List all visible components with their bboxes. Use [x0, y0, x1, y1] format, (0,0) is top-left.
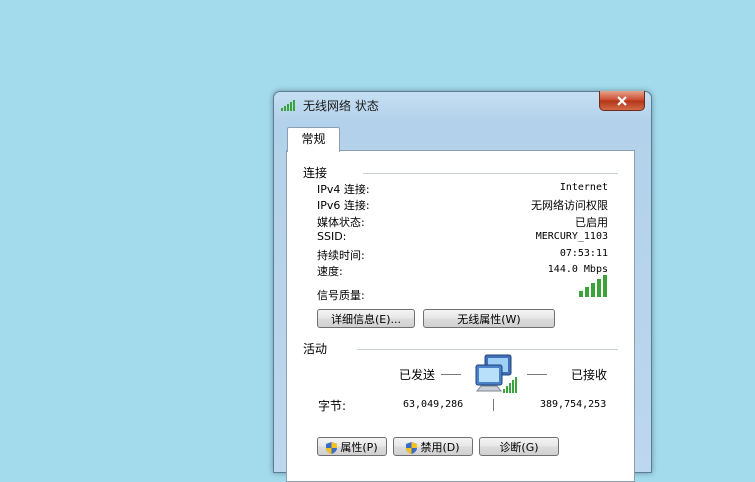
- disable-label: 禁用(D): [420, 441, 460, 454]
- signal-strength-icon: [579, 275, 607, 297]
- media-state-label: 媒体状态:: [317, 216, 365, 229]
- bytes-label: 字节:: [318, 399, 347, 413]
- ssid-value: MERCURY_1103: [535, 231, 608, 242]
- signal-bar: [585, 287, 589, 297]
- signal-bar: [603, 275, 607, 297]
- tab-general[interactable]: 常规: [287, 127, 340, 152]
- sent-dash: [441, 374, 461, 375]
- signal-bar: [579, 291, 583, 297]
- received-label: 已接收: [571, 368, 608, 382]
- general-panel: 连接 IPv4 连接: Internet IPv6 连接: 无网络访问权限 媒体…: [286, 150, 635, 482]
- signal-quality-label: 信号质量:: [317, 289, 365, 302]
- ipv6-value: 无网络访问权限: [531, 199, 608, 212]
- close-icon: [617, 95, 627, 106]
- uac-shield-icon: [406, 442, 418, 454]
- ipv4-label: IPv4 连接:: [317, 183, 370, 196]
- close-button[interactable]: [599, 91, 645, 111]
- activity-heading: 活动: [303, 340, 334, 357]
- wifi-signal-icon: [281, 100, 295, 111]
- connection-heading: 连接: [303, 164, 334, 181]
- received-dash: [527, 374, 547, 375]
- sent-label: 已发送: [399, 368, 436, 382]
- disable-button[interactable]: 禁用(D): [393, 437, 473, 456]
- ipv6-label: IPv6 连接:: [317, 199, 370, 212]
- wireless-status-window: 无线网络 状态 常规 连接 IPv4 连接: Internet IPv6 连接:…: [273, 91, 652, 482]
- details-button[interactable]: 详细信息(E)...: [317, 309, 415, 328]
- properties-label: 属性(P): [340, 441, 378, 454]
- speed-label: 速度:: [317, 265, 343, 278]
- signal-bar: [597, 279, 601, 297]
- wireless-properties-button[interactable]: 无线属性(W): [423, 309, 555, 328]
- activity-divider: [357, 349, 618, 350]
- ipv4-value: Internet: [559, 182, 608, 193]
- diagnose-button[interactable]: 诊断(G): [479, 437, 559, 456]
- network-computers-icon: [475, 354, 517, 411]
- uac-shield-icon: [326, 442, 338, 454]
- ssid-label: SSID:: [317, 230, 347, 243]
- connection-divider: [363, 173, 618, 174]
- properties-button[interactable]: 属性(P): [317, 437, 387, 456]
- bytes-sent-value: 63,049,286: [403, 399, 464, 410]
- signal-bar: [591, 283, 595, 297]
- duration-value: 07:53:11: [559, 248, 608, 259]
- bytes-received-value: 389,754,253: [540, 399, 607, 410]
- window-title: 无线网络 状态: [303, 99, 379, 113]
- duration-label: 持续时间:: [317, 249, 365, 262]
- media-state-value: 已启用: [575, 216, 608, 229]
